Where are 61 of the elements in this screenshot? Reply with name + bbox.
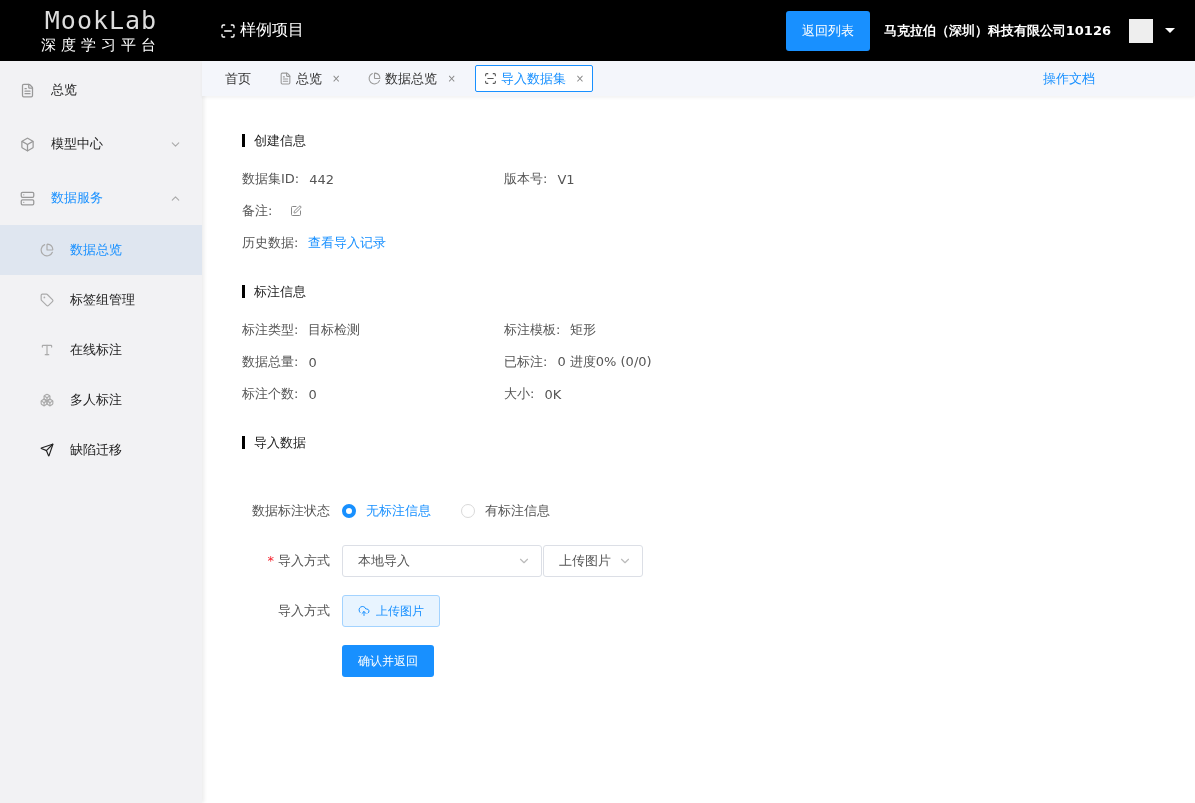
sidebar-subitem[interactable]: 标签组管理 [0,275,202,325]
select-field[interactable]: 本地导入 [342,545,542,577]
field-value: 0 进度0% (0/0) [557,353,652,371]
tab-icon [368,72,382,85]
edit-icon[interactable] [290,205,303,217]
project-title: 样例项目 [240,20,304,41]
menu-icon [20,136,35,152]
field-label: 备注: [242,202,273,220]
field-label: 标注类型: [242,321,299,339]
field-label: 数据集ID: [242,170,300,188]
required-mark: * [267,553,274,568]
close-icon[interactable]: × [575,73,585,84]
field-value: 0K [544,386,562,402]
close-icon[interactable]: × [332,73,341,84]
sidebar-item[interactable]: 总览 [0,63,202,117]
menu-icon [40,243,54,257]
menu-icon [40,443,54,457]
field-label: 导入方式 [277,602,330,620]
field-label: * 导入方式 [266,552,330,570]
tab[interactable]: 首页 [216,65,260,92]
section-title: 创建信息 [242,134,1195,147]
field-label: 历史数据: [242,234,299,252]
field-label: 已标注: [504,353,548,371]
menu-icon [20,190,35,206]
tab-icon [483,72,497,85]
menu-icon [40,343,54,357]
section-title: 导入数据 [242,436,1195,449]
menu-icon [40,293,54,307]
menu-icon [40,393,54,407]
field-label: 数据标注状态 [251,502,330,520]
scan-icon [220,22,236,39]
section-title: 标注信息 [242,285,1195,298]
field-value: 0 [308,386,317,402]
tab-icon [279,72,292,85]
field-value: 矩形 [570,321,597,339]
logo-subtitle: 深度学习平台 [41,34,161,55]
avatar-image[interactable] [1129,18,1153,43]
field-value: 目标检测 [308,321,361,339]
field-label: 数据总量: [242,353,299,371]
field-value: 442 [309,171,335,187]
tab[interactable]: 导入数据集 × [474,65,594,92]
sidebar-subitem[interactable]: 多人标注 [0,375,202,425]
sidebar-subitem[interactable]: 在线标注 [0,325,202,375]
company-name: 马克拉伯（深圳）科技有限公司10126 [883,21,1111,40]
field-label: 版本号: [504,170,548,188]
tab[interactable]: 数据总览 × [359,65,465,92]
field-value: 0 [308,354,317,370]
tab[interactable]: 总览 × [270,65,350,92]
field-label: 大小: [504,385,535,403]
radio-option[interactable]: 有标注信息 [461,502,550,520]
logo-title: MookLab [44,6,158,35]
close-icon[interactable]: × [447,73,456,84]
select-field[interactable]: 上传图片 [543,545,643,577]
field-value: V1 [557,171,575,187]
caret-icon[interactable] [1165,28,1175,33]
field-label: 标注个数: [242,385,299,403]
sidebar-item[interactable]: 模型中心 [0,117,202,171]
menu-icon [20,82,35,98]
cloud-upload-icon [358,605,370,617]
sidebar-subitem[interactable]: 缺陷迁移 [0,425,202,475]
field-label: 标注模板: [504,321,561,339]
